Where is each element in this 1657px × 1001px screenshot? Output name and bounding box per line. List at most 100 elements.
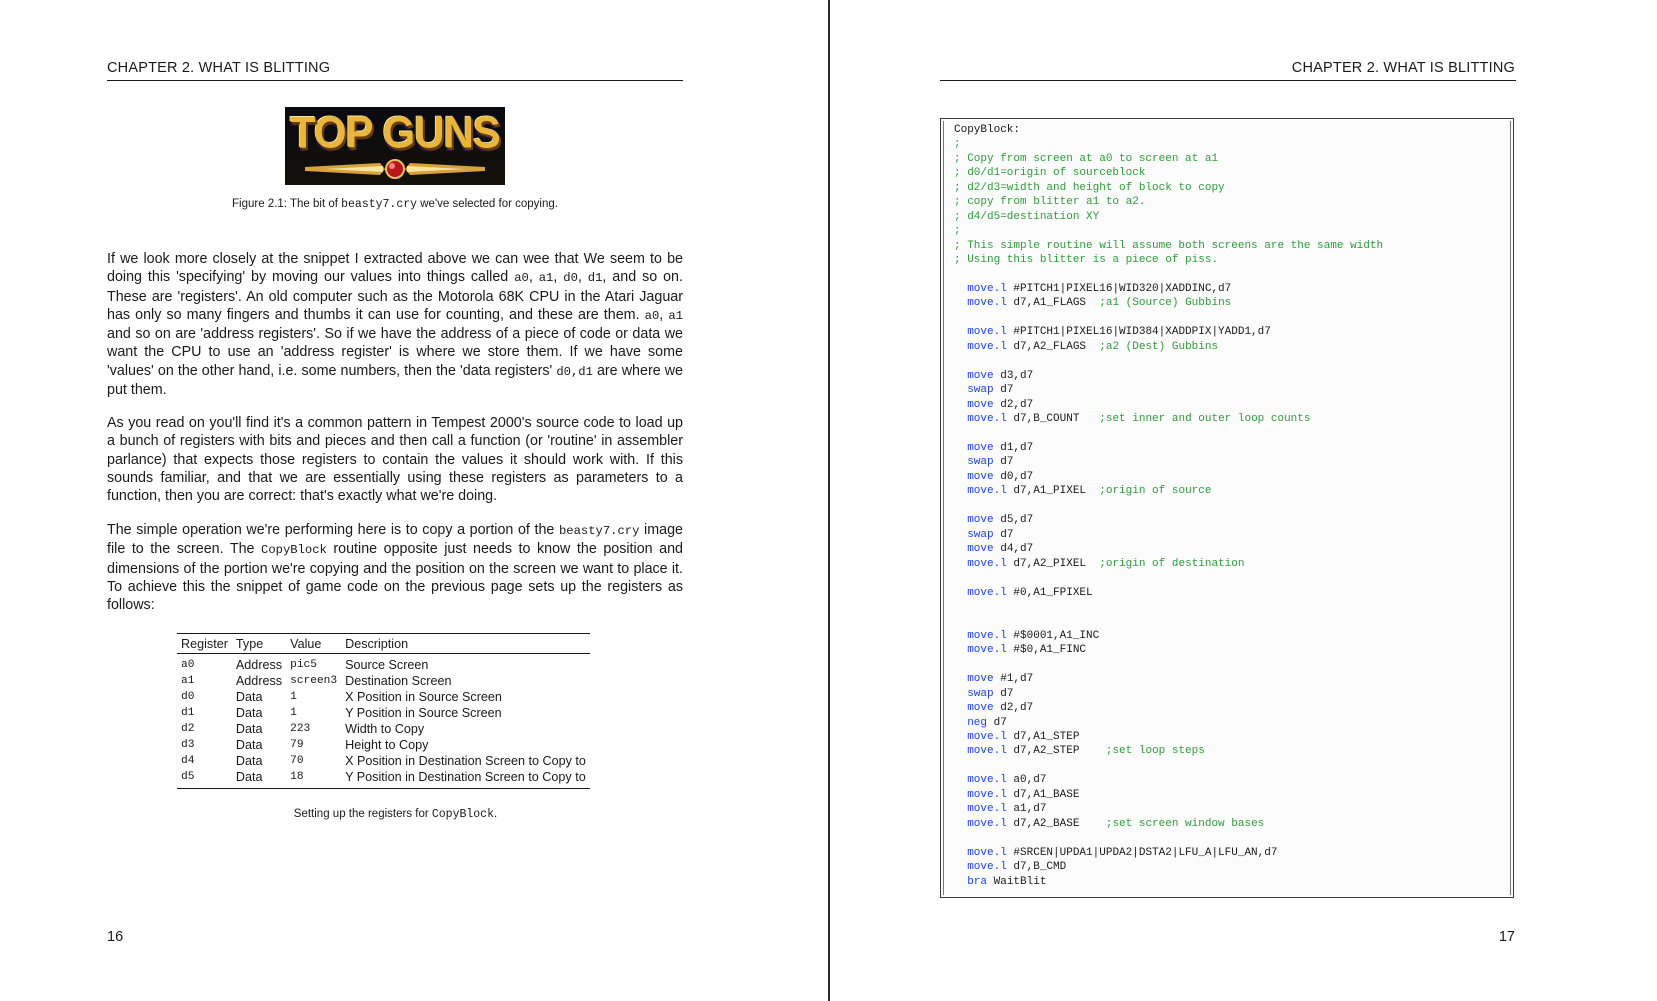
code-line: ; Using this blitter is a piece of piss. [954,254,1218,266]
code-keyword: move [967,398,994,411]
code-args: d7,A1_BASE [1013,788,1080,801]
code-line: ; d4/d5=destination XY [954,211,1099,223]
running-head: CHAPTER 2. WHAT IS BLITTING [1291,60,1515,76]
table-cell: Data [235,722,263,736]
code-line: ; [954,138,961,150]
code-args: d7,A2_STEP [1013,745,1080,758]
code-line: move.l #PITCH1|PIXEL16|WID384|XADDPIX|YA… [954,326,1271,338]
figure-caption-code: beasty7.cry [341,198,418,211]
code-comment: ; d0/d1=origin of sourceblock [954,167,1146,180]
code-keyword: move [967,441,994,454]
table-header-row: Register Type Value Description [177,633,590,654]
top-guns-logo-image: TOP GUNS [285,107,505,185]
code-keyword: move.l [967,297,1007,310]
code-keyword: bra [967,875,988,888]
code-line: move d5,d7 [954,514,1033,526]
code-line: ; d0/d1=origin of sourceblock [954,167,1145,179]
code-comment: ;a1 (Source) Gubbins [1099,297,1232,310]
code-keyword: move.l [967,586,1007,599]
table-caption-prefix: Setting up the registers for [293,808,432,820]
code-listing-box: CopyBlock: ; ; Copy from screen at a0 to… [940,118,1514,898]
code-args: #PITCH1|PIXEL16|WID384|XADDPIX|YADD1,d7 [1013,326,1271,339]
table-cell: 18 [290,771,304,783]
code-comment: ; Using this blitter is a piece of piss. [954,254,1219,267]
code-comment: ; This simple routine will assume both s… [954,239,1384,252]
code-line: move.l #PITCH1|PIXEL16|WID320|XADDINC,d7 [954,283,1231,295]
table-cell: Y Position in Source Screen [345,706,502,720]
code-keyword: neg [967,716,988,729]
code-keyword: move.l [967,861,1007,874]
table-cell: a1 [181,675,195,687]
code-line: move.l d7,A1_BASE [954,789,1079,801]
code-line: move.l d7,A2_STEP ;set loop steps [954,745,1205,757]
code-line: ; copy from blitter a1 to a2. [954,196,1145,208]
code-line: move d2,d7 [954,399,1033,411]
code-args: d1,d7 [1000,441,1034,454]
inline-code: a0 [514,271,529,286]
figure-caption: Figure 2.1: The bit of beasty7.cry we've… [107,198,683,211]
inline-code: d1 [587,271,603,286]
page-number: 17 [1498,929,1515,945]
code-keyword: move [967,369,994,382]
inline-code: CopyBlock [261,543,327,558]
code-keyword: move [967,702,994,715]
code-args: #1,d7 [1000,673,1034,686]
code-keyword: move.l [967,774,1007,787]
code-line: move.l d7,B_CMD [954,861,1066,873]
code-keyword: move.l [967,803,1007,816]
code-keyword: move.l [967,326,1007,339]
table-cell: Y Position in Destination Screen to Copy… [345,770,586,784]
table-caption-code: CopyBlock [431,808,494,821]
code-comment: ;a2 (Dest) Gubbins [1099,340,1219,353]
table-cell: Data [235,754,263,768]
code-args: d7,B_COUNT [1013,413,1080,426]
code-line: swap d7 [954,688,1013,700]
code-line: move.l #$0001,A1_INC [954,630,1099,642]
register-table-body: a0 Address pic5 Source Screen a1 Address scree… [177,654,590,789]
code-comment: ; d2/d3=width and height of block to cop… [954,181,1225,194]
text-run: The simple operation we're performing he… [107,522,559,538]
code-keyword: move [967,470,994,483]
body-paragraph: As you read on you'll find it's a common… [107,414,683,505]
code-line: move.l d7,A1_STEP [954,731,1079,743]
code-args: d4,d7 [1000,543,1034,556]
code-keyword: move [967,514,994,527]
code-keyword: swap [967,384,994,397]
code-line: move.l d7,B_COUNT ;set inner and outer l… [954,413,1310,425]
code-line: move #1,d7 [954,673,1033,685]
code-comment: ;set inner and outer loop counts [1099,413,1311,426]
table-cell: X Position in Destination Screen to Copy… [345,754,586,768]
table-cell: d3 [181,739,195,751]
code-args: d7,A2_BASE [1013,817,1080,830]
code-line: move d4,d7 [954,543,1033,555]
code-line: move d2,d7 [954,702,1033,714]
code-comment: ; [954,225,961,238]
code-args: a0,d7 [1013,774,1047,787]
code-keyword: move.l [967,340,1007,353]
inline-code: a1 [668,308,684,323]
table-row: a1 Address screen3 Destination Screen [177,673,590,689]
code-args: d7,A2_FLAGS [1013,340,1087,353]
code-keyword: swap [967,528,994,541]
table-row: d3 Data 79 Height to Copy [177,737,590,753]
code-keyword: move.l [967,788,1007,801]
table-cell: Height to Copy [345,738,429,752]
code-keyword: move.l [967,629,1007,642]
column-header: Value [286,633,342,654]
right-page: CHAPTER 2. WHAT IS BLITTING CopyBlock: ;… [830,0,1657,1001]
code-comment: ; d4/d5=destination XY [954,210,1100,223]
page-number: 16 [107,929,124,945]
code-line: move.l #SRCEN|UPDA1|UPDA2|DSTA2|LFU_A|LF… [954,847,1277,859]
code-line: move.l a1,d7 [954,803,1046,815]
code-keyword: move.l [967,644,1007,657]
code-args: WaitBlit [993,875,1047,888]
code-args: d7 [993,716,1007,729]
code-line: ; [954,225,961,237]
code-line: bra WaitBlit [954,876,1046,888]
body-paragraph: If we look more closely at the snippet I… [107,250,683,399]
table-cell: Destination Screen [345,674,452,688]
code-args: #PITCH1|PIXEL16|WID320|XADDINC,d7 [1013,282,1232,295]
code-line: ; d2/d3=width and height of block to cop… [954,182,1225,194]
code-line: move.l d7,A1_PIXEL ;origin of source [954,485,1211,497]
code-args: #SRCEN|UPDA1|UPDA2|DSTA2|LFU_A|LFU_AN,d7 [1013,846,1278,859]
